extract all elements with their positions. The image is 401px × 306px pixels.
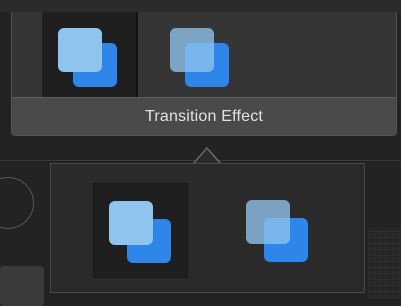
popover-effect-option-transparent-overlap[interactable] <box>231 183 326 278</box>
overlap-squares-icon <box>109 201 171 263</box>
popover-arrow <box>193 146 221 165</box>
left-tile <box>0 266 44 306</box>
left-circle-control[interactable] <box>0 177 34 229</box>
grid-area <box>368 228 401 298</box>
overlap-squares-icon <box>58 28 118 88</box>
effect-option-transparent-overlap[interactable] <box>148 12 244 98</box>
transparent-overlap-squares-icon <box>246 200 308 262</box>
effect-option-overlap[interactable] <box>42 12 138 98</box>
panel-label: Transition Effect <box>12 97 396 135</box>
top-strip <box>0 0 401 12</box>
transparent-overlap-squares-icon <box>170 28 230 88</box>
transition-effect-panel: Transition Effect <box>11 12 397 136</box>
popover-effect-option-overlap[interactable] <box>93 183 188 278</box>
transition-effect-popover <box>50 163 365 293</box>
